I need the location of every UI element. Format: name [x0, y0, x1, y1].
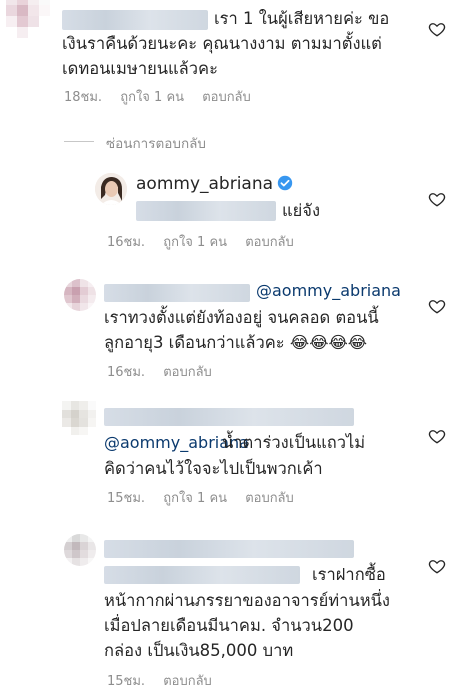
reply-button[interactable]: ตอบกลับ — [163, 365, 212, 380]
heart-outline-icon[interactable] — [428, 427, 446, 445]
heart-outline-icon[interactable] — [428, 20, 446, 38]
comment-text: แย่จัง — [282, 201, 321, 220]
timestamp: 18ชม. — [64, 90, 103, 105]
reply-button[interactable]: ตอบกลับ — [163, 674, 212, 689]
mention-link[interactable]: @aommy_abriana — [256, 281, 401, 300]
verified-badge-icon — [277, 175, 293, 191]
comment-text: น้ำตาร่วงเป็นแถวไม่ — [222, 433, 366, 452]
avatar[interactable] — [64, 279, 96, 311]
hide-replies-button[interactable]: ซ่อนการตอบกลับ — [106, 132, 206, 154]
redacted-text — [136, 201, 276, 221]
comment-meta: 16ชม. ตอบกลับ — [107, 361, 226, 382]
reply-button[interactable]: ตอบกลับ — [202, 90, 251, 105]
likes-link[interactable]: ถูกใจ 1 คน — [163, 235, 227, 250]
emoji: 😂😂😂😂 — [289, 333, 368, 352]
likes-link[interactable]: ถูกใจ 1 คน — [120, 90, 184, 105]
redacted-text — [104, 566, 300, 584]
username[interactable]: aommy_abriana — [136, 174, 293, 194]
comment-text: เราทวงตั้งแต่ยังท้องอยู่ จนคลอด ตอนนี้ — [104, 308, 379, 327]
replies-divider — [64, 141, 94, 142]
comment-text: เงินราคืนด้วยนะคะ คุณนางงาม ตามมาตั้งแต่ — [62, 34, 382, 53]
comment-text-line: ลูกอายุ3 เดือนกว่าแล้วคะ — [104, 333, 285, 352]
avatar[interactable] — [95, 173, 127, 205]
comment-text: คิดว่าคนไว้ใจจะไปเป็นพวกเค้า — [104, 459, 323, 478]
redacted-username — [104, 408, 354, 426]
likes-link[interactable]: ถูกใจ 1 คน — [163, 491, 227, 506]
redacted-username — [104, 540, 354, 558]
comment-text: เมื่อปลายเดือนมีนาคม. จำนวน200 — [104, 616, 354, 635]
redacted-username — [62, 10, 208, 30]
reply-button[interactable]: ตอบกลับ — [245, 491, 294, 506]
comment-text: กล่อง เป็นเงิน85,000 บาท — [104, 641, 294, 660]
comment-meta: 15ชม. ถูกใจ 1 คน ตอบกลับ — [107, 487, 308, 508]
avatar[interactable] — [62, 401, 96, 435]
profile-photo — [95, 173, 127, 205]
comment-meta: 18ชม. ถูกใจ 1 คน ตอบกลับ — [64, 86, 265, 107]
comment-text: เราฝากซื้อ — [312, 565, 386, 584]
comment-meta: 15ชม. ตอบกลับ — [107, 670, 226, 691]
comment-text: เรา 1 ในผู้เสียหายค่ะ ขอ — [214, 9, 390, 28]
heart-outline-icon[interactable] — [428, 190, 446, 208]
timestamp: 16ชม. — [107, 235, 146, 250]
comment-text: หน้ากากผ่านภรรยาของอาจารย์ท่านหนึ่ง — [104, 591, 390, 610]
timestamp: 15ชม. — [107, 491, 146, 506]
timestamp: 16ชม. — [107, 365, 146, 380]
username-link[interactable]: aommy_abriana — [136, 174, 273, 194]
comment-meta: 16ชม. ถูกใจ 1 คน ตอบกลับ — [107, 231, 308, 252]
avatar[interactable] — [64, 534, 96, 566]
comment-text: เดทอนเมษายนแล้วคะ — [62, 59, 218, 78]
redacted-username — [104, 284, 250, 302]
reply-button[interactable]: ตอบกลับ — [245, 235, 294, 250]
heart-outline-icon[interactable] — [428, 297, 446, 315]
heart-outline-icon[interactable] — [428, 557, 446, 575]
avatar[interactable] — [6, 0, 50, 38]
comment-text: ลูกอายุ3 เดือนกว่าแล้วคะ 😂😂😂😂 — [104, 330, 367, 355]
timestamp: 15ชม. — [107, 674, 146, 689]
